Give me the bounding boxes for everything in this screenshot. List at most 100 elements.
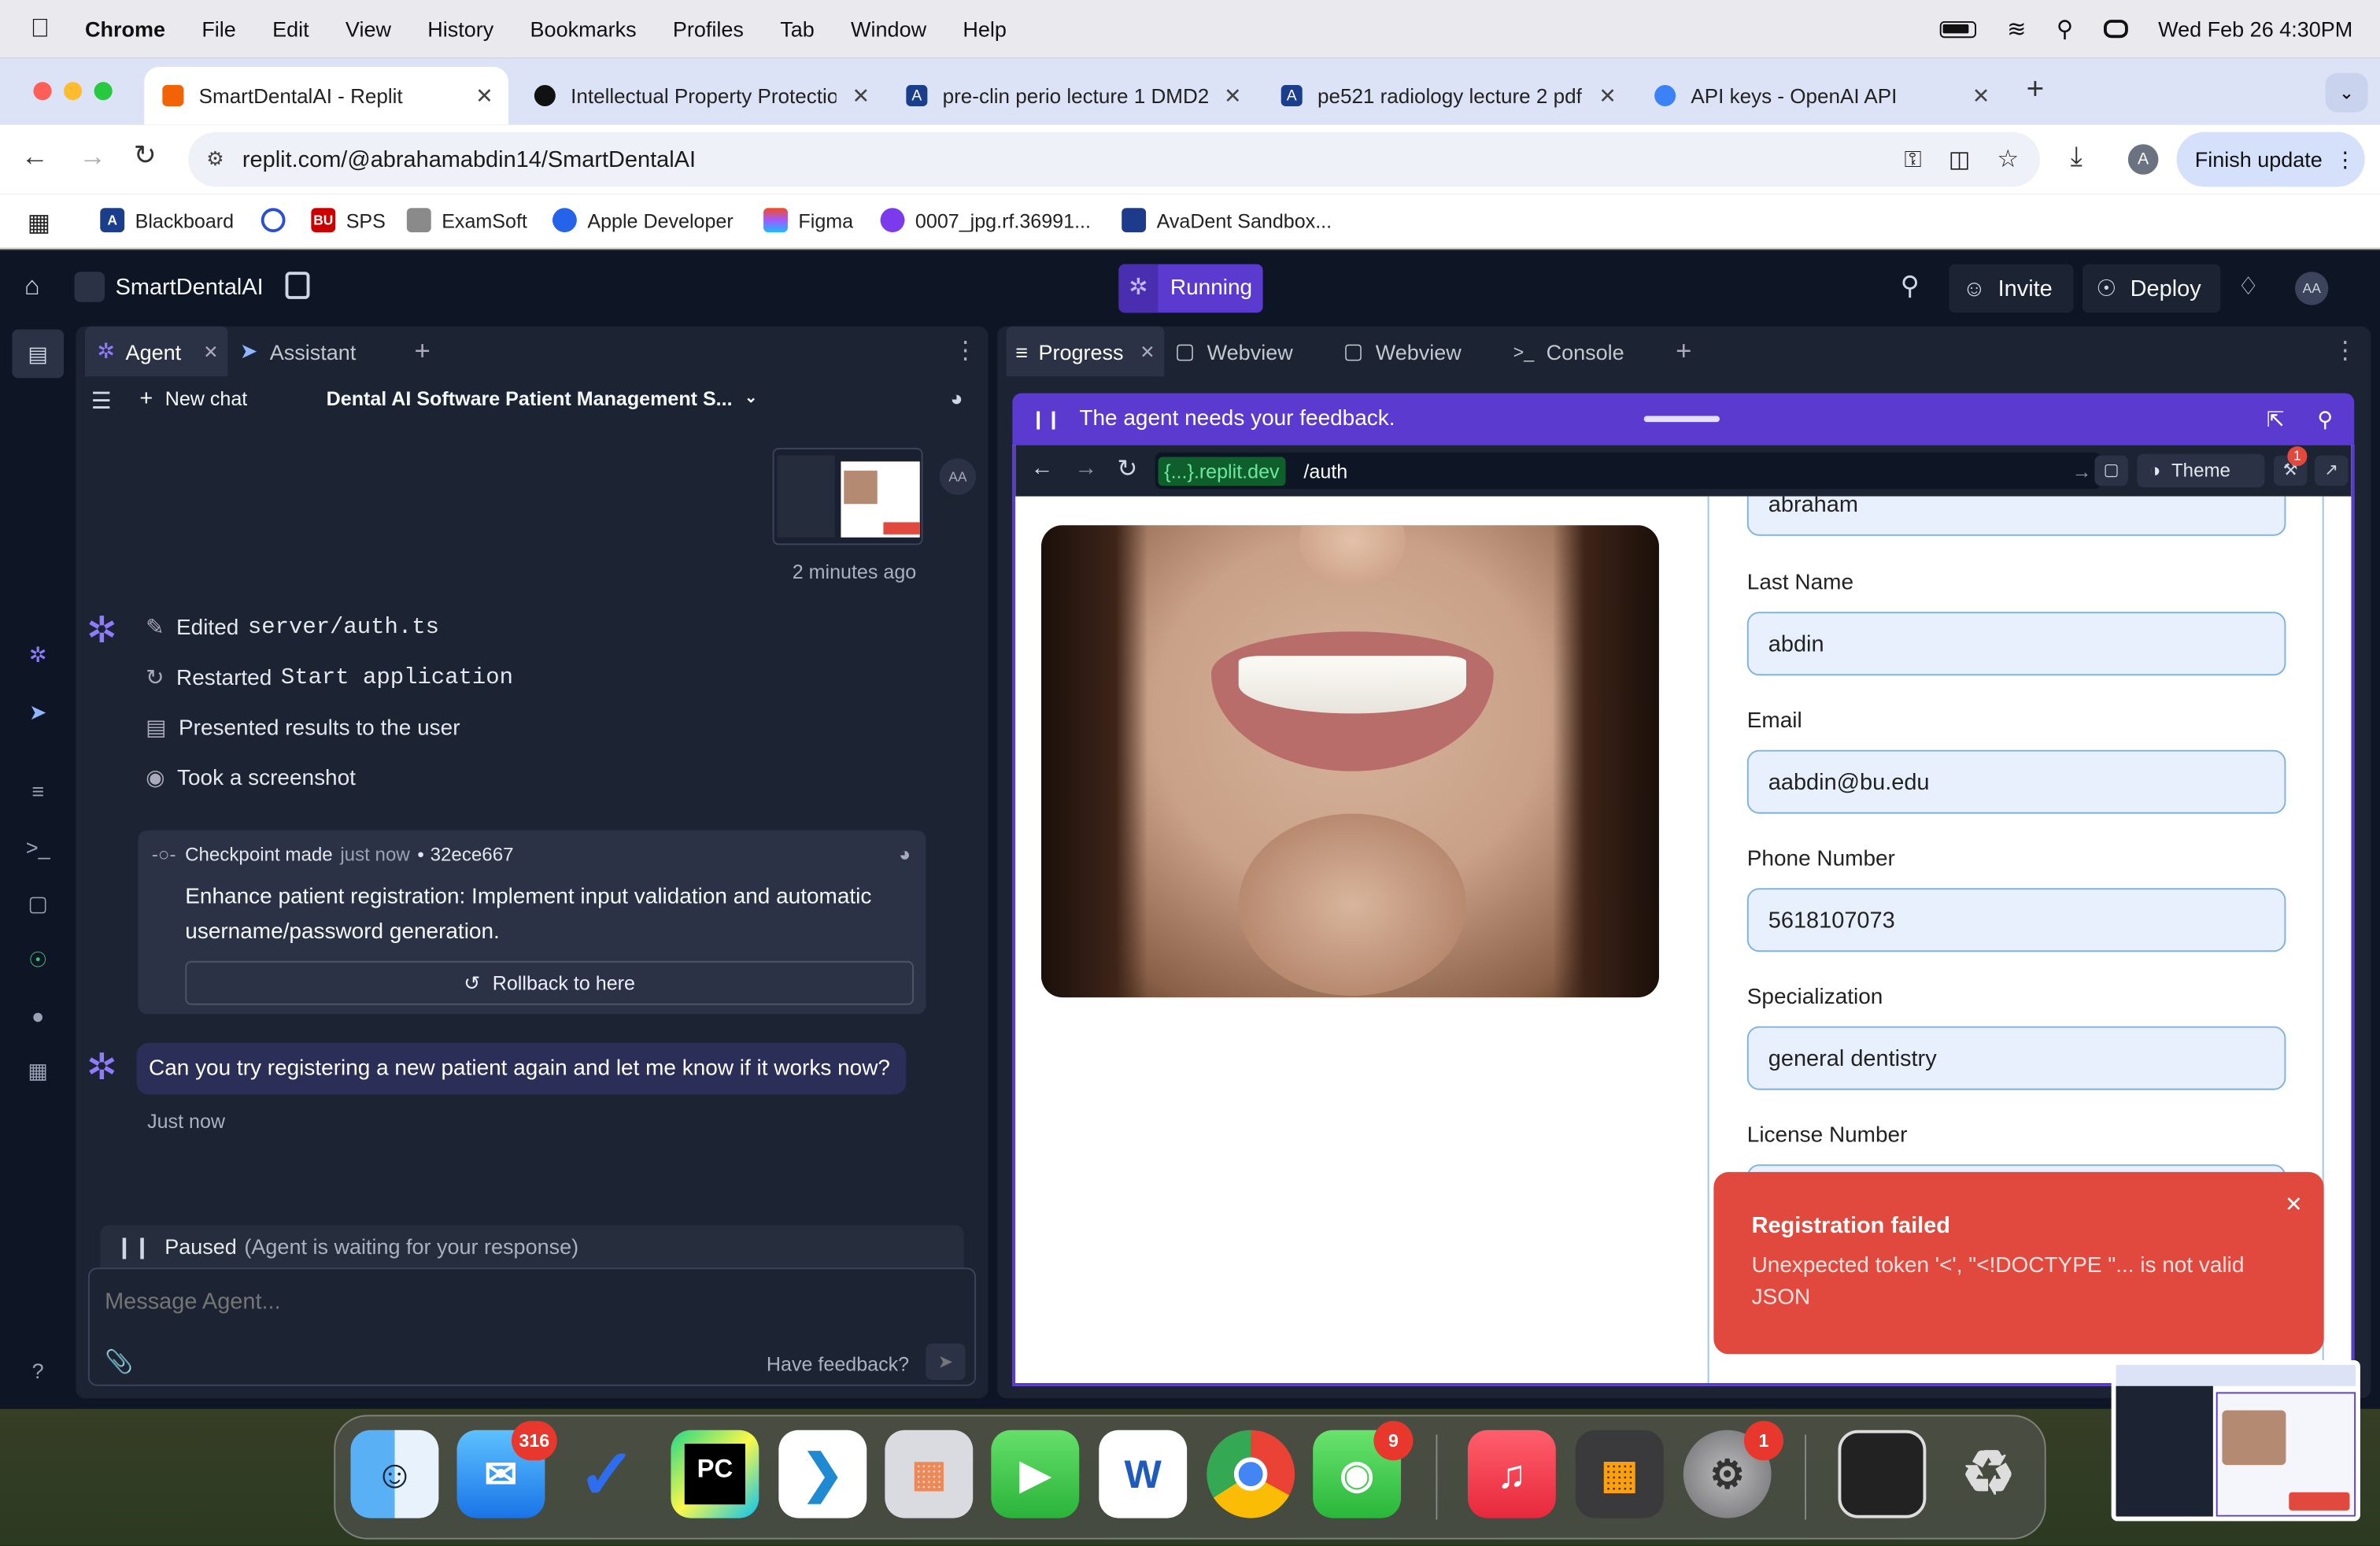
bookmark-apple-dev[interactable]: Apple Developer: [552, 208, 734, 233]
password-key-icon[interactable]: ⚿: [1905, 146, 1922, 172]
back-icon[interactable]: ←: [21, 141, 49, 172]
wifi-icon[interactable]: ≋: [2007, 15, 2026, 43]
bookmark-q[interactable]: [261, 208, 296, 233]
bookmark-sps[interactable]: BU SPS: [311, 208, 386, 233]
webview-icon[interactable]: ▢: [24, 891, 52, 919]
menu-view[interactable]: View: [346, 17, 391, 41]
tab-radiology[interactable]: A pe521 radiology lecture 2 pdf ✕: [1263, 67, 1632, 124]
menu-tab[interactable]: Tab: [780, 17, 815, 41]
gauge-icon[interactable]: ◕: [950, 386, 963, 410]
specialization-input[interactable]: general dentistry: [1746, 1026, 2286, 1090]
close-tab-icon[interactable]: ✕: [1224, 83, 1242, 109]
tab-smartdental[interactable]: SmartDentalAI - Replit ✕: [144, 66, 509, 125]
invite-button[interactable]: ☺ Invite: [1949, 264, 2074, 313]
screenshot-thumbnail[interactable]: [772, 447, 923, 546]
close-icon[interactable]: ✕: [2285, 1192, 2303, 1218]
apple-icon[interactable]: : [31, 13, 61, 44]
close-tab-icon[interactable]: ✕: [852, 83, 870, 109]
run-status-button[interactable]: ✲ Running: [1118, 264, 1263, 313]
profile-avatar[interactable]: A: [2127, 144, 2159, 175]
address-bar[interactable]: ⚙ replit.com/@abrahamabdin14/SmartDental…: [188, 131, 2040, 187]
battery-icon[interactable]: [1940, 20, 1977, 38]
expand-icon[interactable]: ⇱: [2267, 406, 2285, 432]
device-icon[interactable]: ▢: [2094, 455, 2128, 486]
chat-title-dropdown[interactable]: Dental AI Software Patient Management S.…: [327, 387, 758, 410]
facetime-icon[interactable]: ▶: [991, 1429, 1080, 1518]
bookmark-examsoft[interactable]: ExamSoft: [406, 208, 527, 233]
mail-icon[interactable]: ✉ 316: [456, 1421, 557, 1518]
screenshot-preview[interactable]: [2111, 1359, 2360, 1522]
phone-input[interactable]: 5618107073: [1746, 888, 2286, 952]
home-icon[interactable]: ⌂: [24, 272, 40, 302]
menu-edit[interactable]: Edit: [272, 17, 309, 41]
music-icon[interactable]: ♫: [1467, 1429, 1556, 1518]
calculator-icon[interactable]: ▦: [1575, 1429, 1664, 1518]
tasks-icon[interactable]: ✓: [563, 1430, 651, 1518]
bookmark-jpg[interactable]: 0007_jpg.rf.36991...: [880, 208, 1091, 233]
chat-history-icon[interactable]: ☰: [91, 387, 112, 415]
bookmark-blackboard[interactable]: A Blackboard: [100, 208, 234, 233]
all-tools-icon[interactable]: ▦: [24, 1058, 52, 1086]
agent-icon[interactable]: ✲: [24, 642, 52, 670]
close-tab-icon[interactable]: ✕: [1972, 83, 1990, 109]
back-icon[interactable]: ←: [1030, 456, 1053, 482]
attach-icon[interactable]: 📎: [105, 1348, 133, 1375]
menu-bookmarks[interactable]: Bookmarks: [530, 17, 637, 41]
tab-openai[interactable]: API keys - OpenAI API ✕: [1636, 67, 2005, 124]
bell-icon[interactable]: ♢: [2238, 272, 2260, 302]
bookmark-figma[interactable]: Figma: [763, 208, 853, 233]
site-info-icon[interactable]: ⚙: [206, 147, 224, 172]
first-name-input[interactable]: abraham: [1746, 496, 2286, 536]
email-input[interactable]: aabdin@bu.edu: [1746, 749, 2286, 814]
url-host[interactable]: {...}.replit.dev: [1158, 456, 1286, 486]
pin-icon[interactable]: ⚲: [2317, 406, 2333, 432]
more-vert-icon[interactable]: ⋮: [953, 335, 978, 366]
menu-app[interactable]: Chrome: [85, 17, 165, 41]
deploy-globe-icon[interactable]: ☉: [24, 947, 52, 975]
chrome-icon[interactable]: [1207, 1429, 1295, 1518]
close-tab-icon[interactable]: ✕: [1140, 341, 1155, 362]
reload-icon[interactable]: ↻: [1117, 454, 1137, 485]
rollback-button[interactable]: ↺ Rollback to here: [185, 960, 914, 1005]
project-info-icon[interactable]: [285, 272, 310, 299]
finish-update-button[interactable]: Finish update ⋮: [2176, 131, 2365, 187]
project-avatar[interactable]: [74, 272, 105, 302]
project-name[interactable]: SmartDentalAI: [116, 275, 264, 301]
finder-icon[interactable]: ☺: [350, 1429, 439, 1518]
settings-icon[interactable]: ⚙ 1: [1683, 1421, 1784, 1518]
theme-button[interactable]: ◑ Theme: [2137, 453, 2265, 488]
tab-agent[interactable]: ✲ Agent ✕: [84, 326, 228, 377]
last-name-input[interactable]: abdin: [1746, 612, 2286, 676]
database-icon[interactable]: ●: [24, 1004, 52, 1031]
close-tab-icon[interactable]: ✕: [475, 83, 493, 109]
menu-help[interactable]: Help: [963, 17, 1007, 41]
reload-icon[interactable]: ↻: [134, 139, 157, 171]
tab-ip[interactable]: Intellectual Property Protectio ✕: [516, 67, 885, 124]
control-center-icon[interactable]: [2103, 20, 2128, 39]
menu-history[interactable]: History: [427, 17, 493, 41]
tab-webview-1[interactable]: ▢ Webview: [1175, 327, 1327, 377]
new-tab-button[interactable]: +: [2027, 73, 2045, 108]
messages-icon[interactable]: ◉ 9: [1313, 1421, 1414, 1518]
close-tab-icon[interactable]: ✕: [1598, 83, 1617, 109]
search-icon[interactable]: ⚲: [2057, 15, 2073, 43]
deploy-button[interactable]: ☉ Deploy: [2082, 264, 2221, 313]
assistant-icon[interactable]: ➤: [24, 700, 52, 727]
message-composer[interactable]: 📎 Have feedback? ➤: [87, 1267, 977, 1386]
forward-icon[interactable]: →: [79, 141, 106, 172]
files-panel-icon[interactable]: ▤: [12, 329, 64, 379]
add-tab-icon[interactable]: +: [414, 335, 430, 367]
more-vert-icon[interactable]: ⋮: [2333, 335, 2357, 366]
vscode-icon[interactable]: ❯: [778, 1429, 867, 1518]
menu-window[interactable]: Window: [851, 17, 926, 41]
url-path[interactable]: /auth: [1303, 459, 1347, 482]
console-icon[interactable]: >_: [24, 835, 52, 863]
bookmark-avadent[interactable]: AvaDent Sandbox...: [1122, 208, 1332, 233]
tab-progress[interactable]: ≡ Progress ✕: [1006, 326, 1165, 377]
install-app-icon[interactable]: ◫: [1949, 146, 1970, 173]
word-icon[interactable]: W: [1099, 1429, 1188, 1518]
drag-handle[interactable]: [1643, 416, 1720, 423]
open-new-tab-icon[interactable]: ↗: [2315, 455, 2349, 486]
url-text[interactable]: replit.com/@abrahamabdin14/SmartDentalAI: [242, 146, 696, 172]
menu-profiles[interactable]: Profiles: [673, 17, 744, 41]
